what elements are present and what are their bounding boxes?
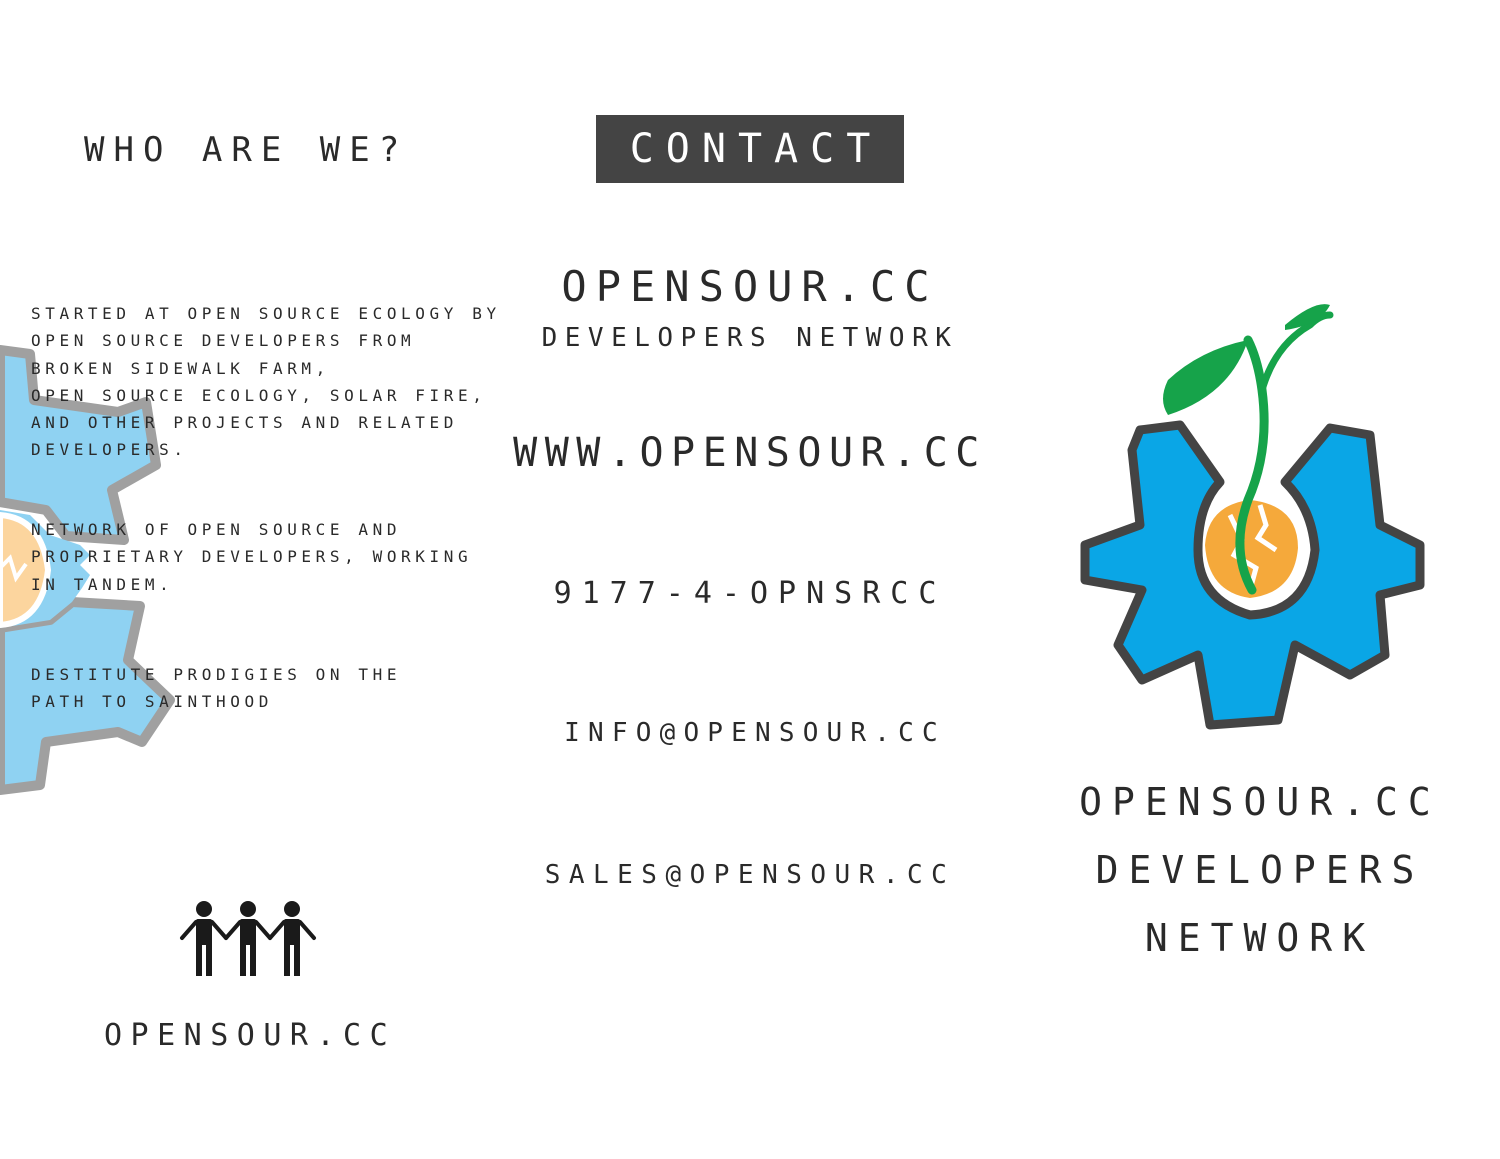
about-line: BROKEN SIDEWALK FARM,: [31, 358, 330, 378]
about-line: STARTED AT OPEN SOURCE ECOLOGY BY: [31, 304, 501, 323]
about-line: OPEN SOURCE ECOLOGY, SOLAR FIRE,: [31, 385, 487, 405]
right-title-line: NETWORK: [1144, 916, 1376, 960]
gear-seedling-logo-icon: [1080, 304, 1425, 730]
about-line: AND OTHER PROJECTS AND RELATED: [31, 413, 458, 433]
contact-header: CONTACT: [596, 115, 904, 183]
brand-name: OPENSOUR.CC: [561, 262, 939, 311]
sales-email: SALES@OPENSOUR.CC: [544, 860, 956, 890]
about-line: OPEN SOURCE DEVELOPERS FROM: [31, 331, 416, 351]
who-are-we-heading: WHO ARE WE?: [84, 130, 409, 170]
brand-subtitle: DEVELOPERS NETWORK: [541, 323, 959, 353]
about-paragraph-origin: STARTED AT OPEN SOURCE ECOLOGY BY OPEN S…: [31, 300, 501, 464]
three-people-holding-hands-icon: [180, 901, 316, 976]
about-paragraph-prodigies: DESTITUTE PRODIGIES ON THE PATH TO SAINT…: [31, 661, 401, 716]
about-line: PROPRIETARY DEVELOPERS, WORKING: [31, 547, 473, 567]
left-site-name: OPENSOUR.CC: [104, 1018, 397, 1053]
info-email: INFO@OPENSOUR.CC: [564, 718, 946, 748]
about-line: DESTITUTE PRODIGIES ON THE: [31, 665, 402, 684]
right-title-line: DEVELOPERS: [1095, 848, 1425, 892]
contact-title: CONTACT: [629, 126, 883, 172]
right-title-line: OPENSOUR.CC: [1079, 780, 1441, 824]
website-address: WWW.OPENSOUR.CC: [513, 430, 987, 476]
phone-number: 9177-4-OPNSRCC: [553, 576, 947, 611]
about-line: NETWORK OF OPEN SOURCE AND: [31, 520, 402, 539]
about-paragraph-network: NETWORK OF OPEN SOURCE AND PROPRIETARY D…: [31, 516, 472, 598]
about-line: IN TANDEM.: [31, 574, 174, 594]
about-line: DEVELOPERS.: [31, 440, 188, 460]
about-line: PATH TO SAINTHOOD: [31, 692, 273, 712]
